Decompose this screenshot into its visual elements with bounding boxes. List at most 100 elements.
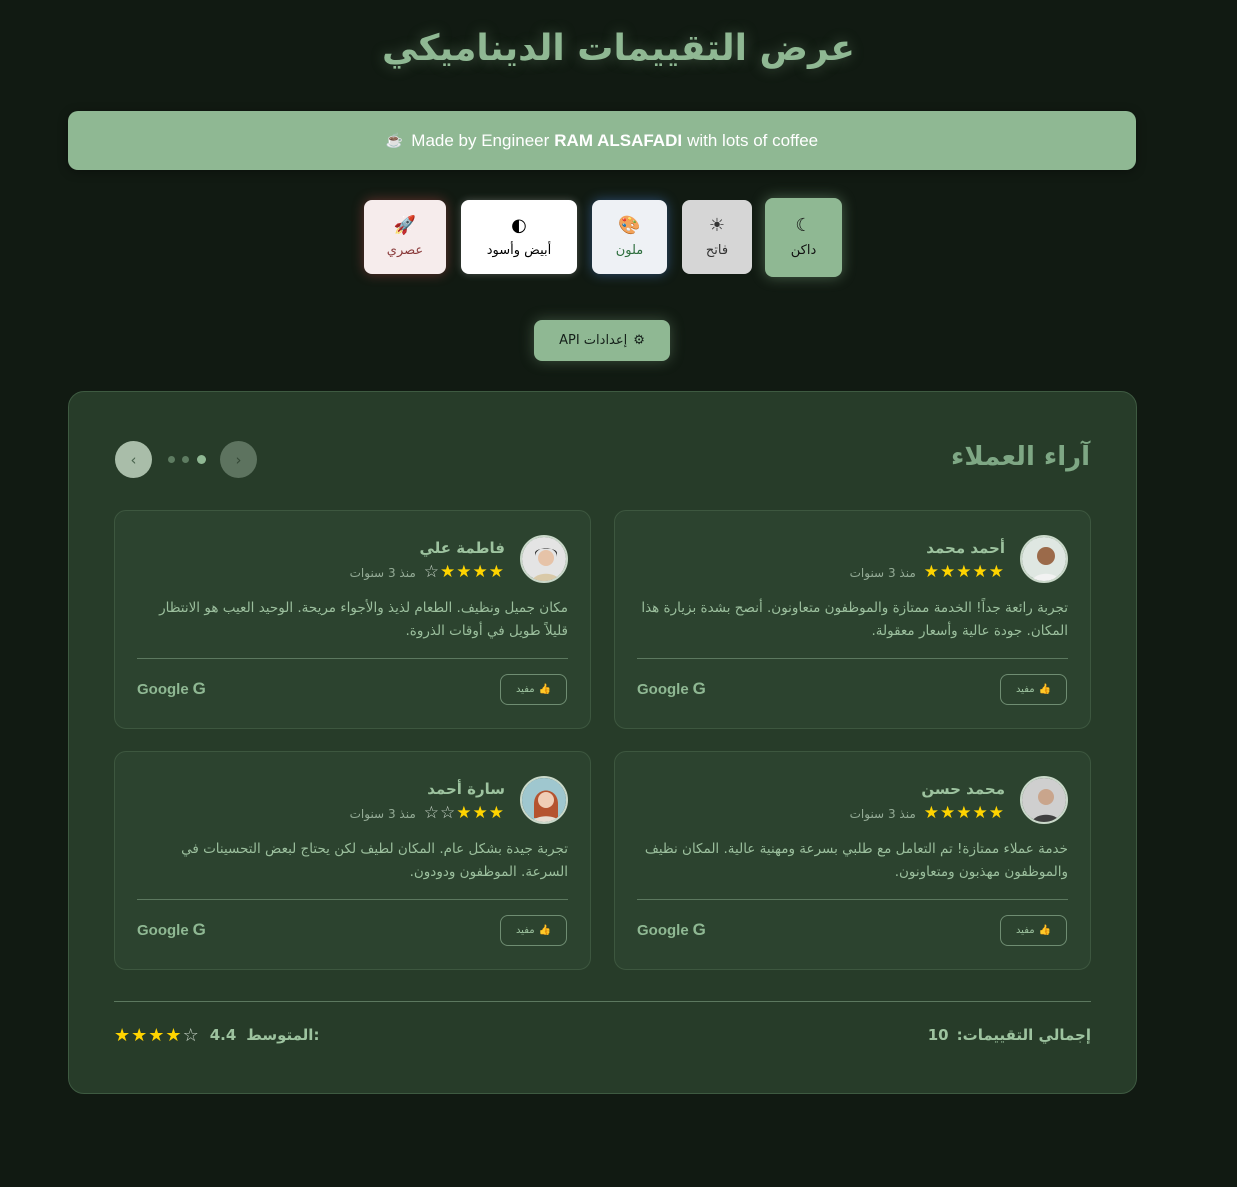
star-filled-icon: ★ <box>488 562 505 582</box>
theme-bw-label: أبيض وأسود <box>486 242 552 258</box>
credit-prefix: Made by Engineer <box>411 130 550 150</box>
review-source: Google G <box>637 679 706 699</box>
helpful-button[interactable]: 👍 مفيد <box>1000 674 1067 705</box>
palette-icon: 🎨 <box>618 214 641 236</box>
theme-modern-label: عصري <box>386 242 424 258</box>
helpful-label: مفيد <box>1015 925 1035 936</box>
star-filled-icon: ★ <box>440 562 457 582</box>
star-filled-icon: ★ <box>923 803 940 823</box>
thumbs-up-icon: 👍 <box>538 925 552 936</box>
star-filled-icon: ★ <box>972 803 989 823</box>
theme-modern-button[interactable]: 🚀 عصري <box>364 200 446 274</box>
total-label: إجمالي التقييمات: <box>956 1026 1091 1044</box>
theme-switcher: 🚀 عصري ◐ أبيض وأسود 🎨 ملون ☀ فاتح ☾ داكن <box>0 198 1237 278</box>
reviewer-name: فاطمة علي <box>419 539 505 557</box>
helpful-label: مفيد <box>1015 684 1035 695</box>
review-meta: ★★★★☆ منذ 3 سنوات <box>350 564 505 581</box>
star-filled-icon: ★ <box>131 1024 149 1046</box>
star-empty-icon: ☆ <box>423 562 440 582</box>
sun-icon: ☀ <box>708 214 726 236</box>
review-text: تجربة رائعة جداً! الخدمة ممتازة والموظفو… <box>641 600 1068 639</box>
thumbs-up-icon: 👍 <box>538 684 552 695</box>
star-filled-icon: ★ <box>456 803 473 823</box>
reviews-title: آراء العملاء <box>951 442 1090 472</box>
avatar <box>520 535 568 583</box>
carousel-dot-active[interactable] <box>197 455 206 464</box>
rating-stars: ★★★☆☆ <box>424 805 505 822</box>
rating-stars: ★★★★★ <box>924 805 1005 822</box>
chevron-left-icon: ‹ <box>130 450 137 469</box>
theme-light-label: فاتح <box>705 242 729 258</box>
google-icon: G <box>192 679 206 698</box>
theme-dark-label: داكن <box>790 243 817 258</box>
review-card: محمد حسن ★★★★★ منذ 3 سنوات خدمة عملاء مم… <box>614 751 1091 970</box>
thumbs-up-icon: 👍 <box>1038 684 1052 695</box>
average-label: المتوسط: <box>246 1026 320 1044</box>
star-filled-icon: ★ <box>148 1024 166 1046</box>
avatar <box>1020 535 1068 583</box>
star-filled-icon: ★ <box>472 562 489 582</box>
thumbs-up-icon: 👍 <box>1038 925 1052 936</box>
carousel-next-button[interactable]: › <box>220 441 257 478</box>
star-empty-icon: ☆ <box>182 1024 200 1046</box>
review-source: Google G <box>137 920 206 940</box>
review-meta: ★★★☆☆ منذ 3 سنوات <box>350 805 505 822</box>
chevron-right-icon: › <box>235 450 242 469</box>
api-settings-label: إعدادات API <box>559 333 628 348</box>
total-reviews: إجمالي التقييمات: 10 <box>928 1026 1091 1044</box>
rating-stars: ★★★★☆ <box>424 564 505 581</box>
star-filled-icon: ★ <box>923 562 940 582</box>
theme-light-button[interactable]: ☀ فاتح <box>682 200 752 274</box>
review-text: مكان جميل ونظيف. الطعام لذيذ والأجواء مر… <box>159 600 568 639</box>
star-filled-icon: ★ <box>165 1024 183 1046</box>
source-label: Google <box>637 680 689 698</box>
google-icon: G <box>692 920 706 939</box>
review-text: خدمة عملاء ممتازة! تم التعامل مع طلبي بس… <box>644 841 1068 880</box>
coffee-icon: ☕ <box>385 132 404 148</box>
review-card: فاطمة علي ★★★★☆ منذ 3 سنوات مكان جميل ون… <box>114 510 591 729</box>
review-time: منذ 3 سنوات <box>349 565 416 580</box>
helpful-label: مفيد <box>515 925 535 936</box>
helpful-button[interactable]: 👍 مفيد <box>1000 915 1067 946</box>
helpful-label: مفيد <box>515 684 535 695</box>
google-icon: G <box>692 679 706 698</box>
review-meta: ★★★★★ منذ 3 سنوات <box>850 564 1005 581</box>
theme-colorful-button[interactable]: 🎨 ملون <box>592 200 667 274</box>
review-time: منذ 3 سنوات <box>849 806 916 821</box>
google-icon: G <box>192 920 206 939</box>
total-value: 10 <box>927 1026 949 1044</box>
star-filled-icon: ★ <box>488 803 505 823</box>
reviews-panel: آراء العملاء ‹ › أحمد محمد ★★★★★ منذ 3 س… <box>68 391 1137 1094</box>
divider <box>137 899 568 900</box>
helpful-button[interactable]: 👍 مفيد <box>500 674 567 705</box>
moon-icon: ☾ <box>795 215 812 236</box>
theme-dark-button[interactable]: ☾ داكن <box>765 198 842 277</box>
carousel-dot[interactable] <box>168 456 175 463</box>
average-rating: ★★★★☆ 4.4 المتوسط: <box>114 1026 319 1044</box>
star-empty-icon: ☆ <box>423 803 440 823</box>
star-filled-icon: ★ <box>940 562 957 582</box>
star-filled-icon: ★ <box>956 562 973 582</box>
star-filled-icon: ★ <box>988 803 1005 823</box>
divider <box>637 658 1068 659</box>
carousel-dot[interactable] <box>182 456 189 463</box>
rocket-icon: 🚀 <box>393 214 417 236</box>
divider <box>637 899 1068 900</box>
helpful-button[interactable]: 👍 مفيد <box>500 915 567 946</box>
source-label: Google <box>637 921 689 939</box>
average-value: 4.4 <box>209 1026 237 1044</box>
api-settings-button[interactable]: ⚙ إعدادات API <box>534 320 670 361</box>
source-label: Google <box>137 921 189 939</box>
credit-name: RAM ALSAFADI <box>554 130 683 150</box>
star-filled-icon: ★ <box>472 803 489 823</box>
contrast-icon: ◐ <box>511 214 527 236</box>
theme-bw-button[interactable]: ◐ أبيض وأسود <box>461 200 577 274</box>
star-filled-icon: ★ <box>940 803 957 823</box>
review-text: تجربة جيدة بشكل عام. المكان لطيف لكن يحت… <box>181 841 568 880</box>
carousel-prev-button[interactable]: ‹ <box>115 441 152 478</box>
review-card: سارة أحمد ★★★☆☆ منذ 3 سنوات تجربة جيدة ب… <box>114 751 591 970</box>
source-label: Google <box>137 680 189 698</box>
star-empty-icon: ☆ <box>440 803 457 823</box>
credit-banner: ☕ Made by Engineer RAM ALSAFADI with lot… <box>68 111 1136 170</box>
average-stars: ★★★★☆ <box>114 1024 200 1046</box>
